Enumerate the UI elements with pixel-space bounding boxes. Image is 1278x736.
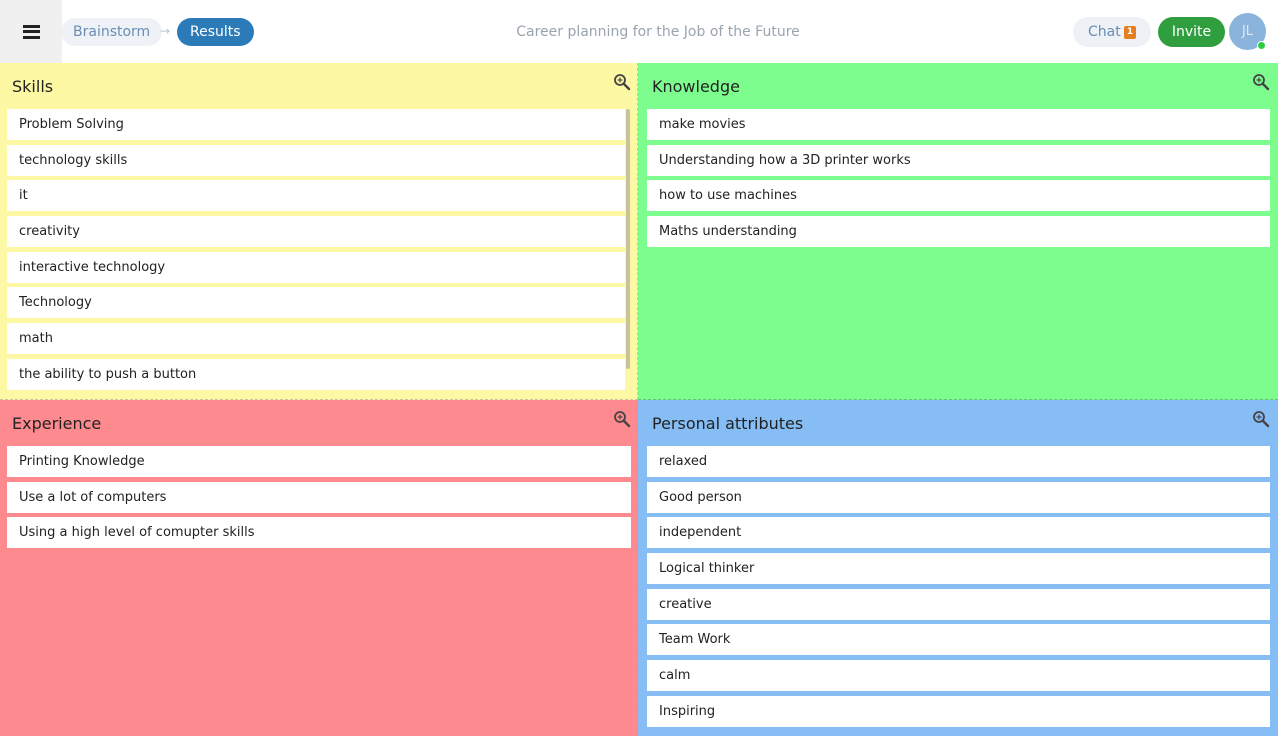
- page-title: Career planning for the Job of the Futur…: [516, 24, 800, 40]
- chat-button[interactable]: Chat 1: [1073, 17, 1151, 47]
- list-item[interactable]: Maths understanding: [647, 216, 1270, 248]
- list-item[interactable]: Printing Knowledge: [7, 446, 631, 477]
- scrollbar[interactable]: [626, 109, 630, 369]
- list-item[interactable]: Understanding how a 3D printer works: [647, 144, 1270, 176]
- list-item[interactable]: creative: [647, 588, 1270, 620]
- list-item[interactable]: Team Work: [647, 624, 1270, 656]
- item-list: relaxed Good person independent Logical …: [647, 446, 1270, 732]
- zoom-icon[interactable]: [1252, 73, 1270, 91]
- chat-badge: 1: [1124, 26, 1136, 39]
- zoom-icon[interactable]: [1252, 410, 1270, 428]
- list-item[interactable]: it: [7, 180, 625, 212]
- top-bar: Brainstorm → Results Career planning for…: [0, 0, 1278, 63]
- quadrant-title: Experience: [12, 414, 102, 433]
- quadrant-knowledge: Knowledge make movies Understanding how …: [638, 63, 1278, 400]
- item-list: make movies Understanding how a 3D print…: [647, 109, 1270, 252]
- list-item[interactable]: interactive technology: [7, 251, 625, 283]
- list-item[interactable]: Good person: [647, 481, 1270, 513]
- list-item[interactable]: the ability to push a button: [7, 358, 625, 390]
- quadrant-title: Personal attributes: [652, 414, 804, 433]
- breadcrumb-arrow-icon: →: [160, 24, 171, 38]
- quadrant-title: Knowledge: [652, 77, 740, 96]
- list-item[interactable]: Logical thinker: [647, 553, 1270, 585]
- list-item[interactable]: technology skills: [7, 144, 625, 176]
- item-list: Problem Solving technology skills it cre…: [7, 109, 625, 395]
- invite-button[interactable]: Invite: [1158, 17, 1225, 47]
- list-item[interactable]: creativity: [7, 216, 625, 248]
- quadrant-skills: Skills Problem Solving technology skills…: [0, 63, 638, 400]
- breadcrumb-brainstorm[interactable]: Brainstorm: [61, 18, 163, 46]
- quadrant-title: Skills: [12, 77, 54, 96]
- zoom-icon[interactable]: [613, 410, 631, 428]
- list-item[interactable]: math: [7, 323, 625, 355]
- list-item[interactable]: independent: [647, 517, 1270, 549]
- online-status-indicator: [1257, 41, 1266, 50]
- list-item[interactable]: make movies: [647, 109, 1270, 140]
- quadrant-experience: Experience Printing Knowledge Use a lot …: [0, 400, 638, 736]
- quadrant-personal-attributes: Personal attributes relaxed Good person …: [638, 400, 1278, 736]
- list-item[interactable]: Using a high level of comupter skills: [7, 517, 631, 549]
- list-item[interactable]: Problem Solving: [7, 109, 625, 140]
- list-item[interactable]: Use a lot of computers: [7, 481, 631, 513]
- zoom-icon[interactable]: [613, 73, 631, 91]
- chat-label: Chat: [1088, 24, 1121, 40]
- list-item[interactable]: calm: [647, 660, 1270, 692]
- list-item[interactable]: relaxed: [647, 446, 1270, 477]
- list-item[interactable]: Inspiring: [647, 695, 1270, 727]
- list-item[interactable]: how to use machines: [647, 180, 1270, 212]
- list-item[interactable]: Technology: [7, 287, 625, 319]
- hamburger-menu-icon[interactable]: [0, 0, 62, 63]
- item-list: Printing Knowledge Use a lot of computer…: [7, 446, 631, 553]
- breadcrumb-results[interactable]: Results: [177, 18, 254, 46]
